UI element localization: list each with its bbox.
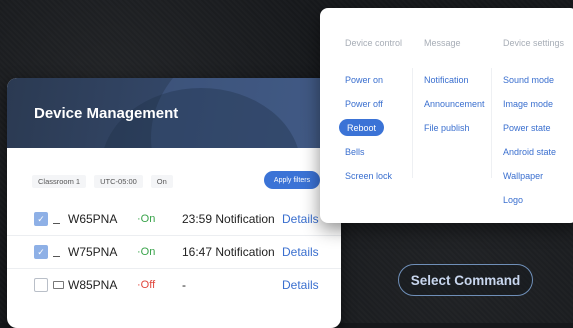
row-checkbox[interactable] (34, 278, 48, 292)
monitor-icon (53, 281, 64, 289)
menu-item-wallpaper[interactable]: Wallpaper (503, 164, 556, 188)
apply-filters-button[interactable]: Apply filters (264, 171, 320, 189)
table-row: ✓ W75PNA ·On 16:47 Notification Details (7, 236, 341, 269)
notification-text: 16:47 Notification (182, 245, 275, 259)
menu-item-power-on[interactable]: Power on (345, 68, 392, 92)
card-header: Device Management (7, 78, 341, 148)
status-badge: ·On (137, 246, 156, 258)
menu-column-message: Message Notification Announcement File p… (424, 8, 494, 223)
details-link[interactable]: Details (282, 236, 319, 268)
filter-bar: Classroom 1 UTC-05:00 On (32, 174, 173, 188)
table-row: W85PNA ·Off - Details (7, 269, 341, 301)
menu-item-screen-lock[interactable]: Screen lock (345, 164, 392, 188)
menu-item-announcement[interactable]: Announcement (424, 92, 485, 116)
filter-timezone[interactable]: UTC-05:00 (94, 174, 143, 188)
menu-item-power-state[interactable]: Power state (503, 116, 556, 140)
menu-item-power-off[interactable]: Power off (345, 92, 392, 116)
filter-classroom[interactable]: Classroom 1 (32, 174, 87, 188)
menu-column-device-settings: Device settings Sound mode Image mode Po… (503, 8, 573, 223)
row-checkbox[interactable]: ✓ (34, 245, 48, 259)
column-divider (491, 68, 492, 178)
menu-item-file-publish[interactable]: File publish (424, 116, 485, 140)
menu-item-reboot[interactable]: Reboot (339, 119, 385, 136)
column-header: Message (424, 38, 461, 48)
details-link[interactable]: Details (282, 203, 319, 235)
select-command-button[interactable]: Select Command (398, 264, 533, 296)
menu-item-sound-mode[interactable]: Sound mode (503, 68, 556, 92)
column-header: Device control (345, 38, 403, 48)
command-menu: Device control Power on Power off Reboot… (320, 8, 573, 223)
device-name: W65PNA (68, 212, 118, 226)
menu-column-device-control: Device control Power on Power off Reboot… (339, 8, 415, 223)
menu-item-notification[interactable]: Notification (424, 68, 485, 92)
page-title: Device Management (34, 105, 179, 122)
filter-status[interactable]: On (150, 174, 173, 188)
device-table: ✓ W65PNA ·On 23:59 Notification Details … (7, 203, 341, 301)
device-dash-icon (53, 222, 60, 224)
device-management-card: Device Management Classroom 1 UTC-05:00 … (7, 78, 341, 328)
notification-text: 23:59 Notification (182, 212, 275, 226)
details-link[interactable]: Details (282, 269, 319, 301)
menu-item-image-mode[interactable]: Image mode (503, 92, 556, 116)
device-name: W75PNA (68, 245, 118, 259)
notification-text: - (182, 278, 186, 292)
column-divider (412, 68, 413, 178)
device-dash-icon (53, 255, 60, 257)
status-badge: ·Off (137, 279, 156, 291)
menu-item-android-state[interactable]: Android state (503, 140, 556, 164)
menu-item-logo[interactable]: Logo (503, 188, 556, 212)
menu-item-bells[interactable]: Bells (345, 140, 392, 164)
table-row: ✓ W65PNA ·On 23:59 Notification Details (7, 203, 341, 236)
column-header: Device settings (503, 38, 565, 48)
device-name: W85PNA (68, 278, 118, 292)
row-checkbox[interactable]: ✓ (34, 212, 48, 226)
status-badge: ·On (137, 213, 156, 225)
